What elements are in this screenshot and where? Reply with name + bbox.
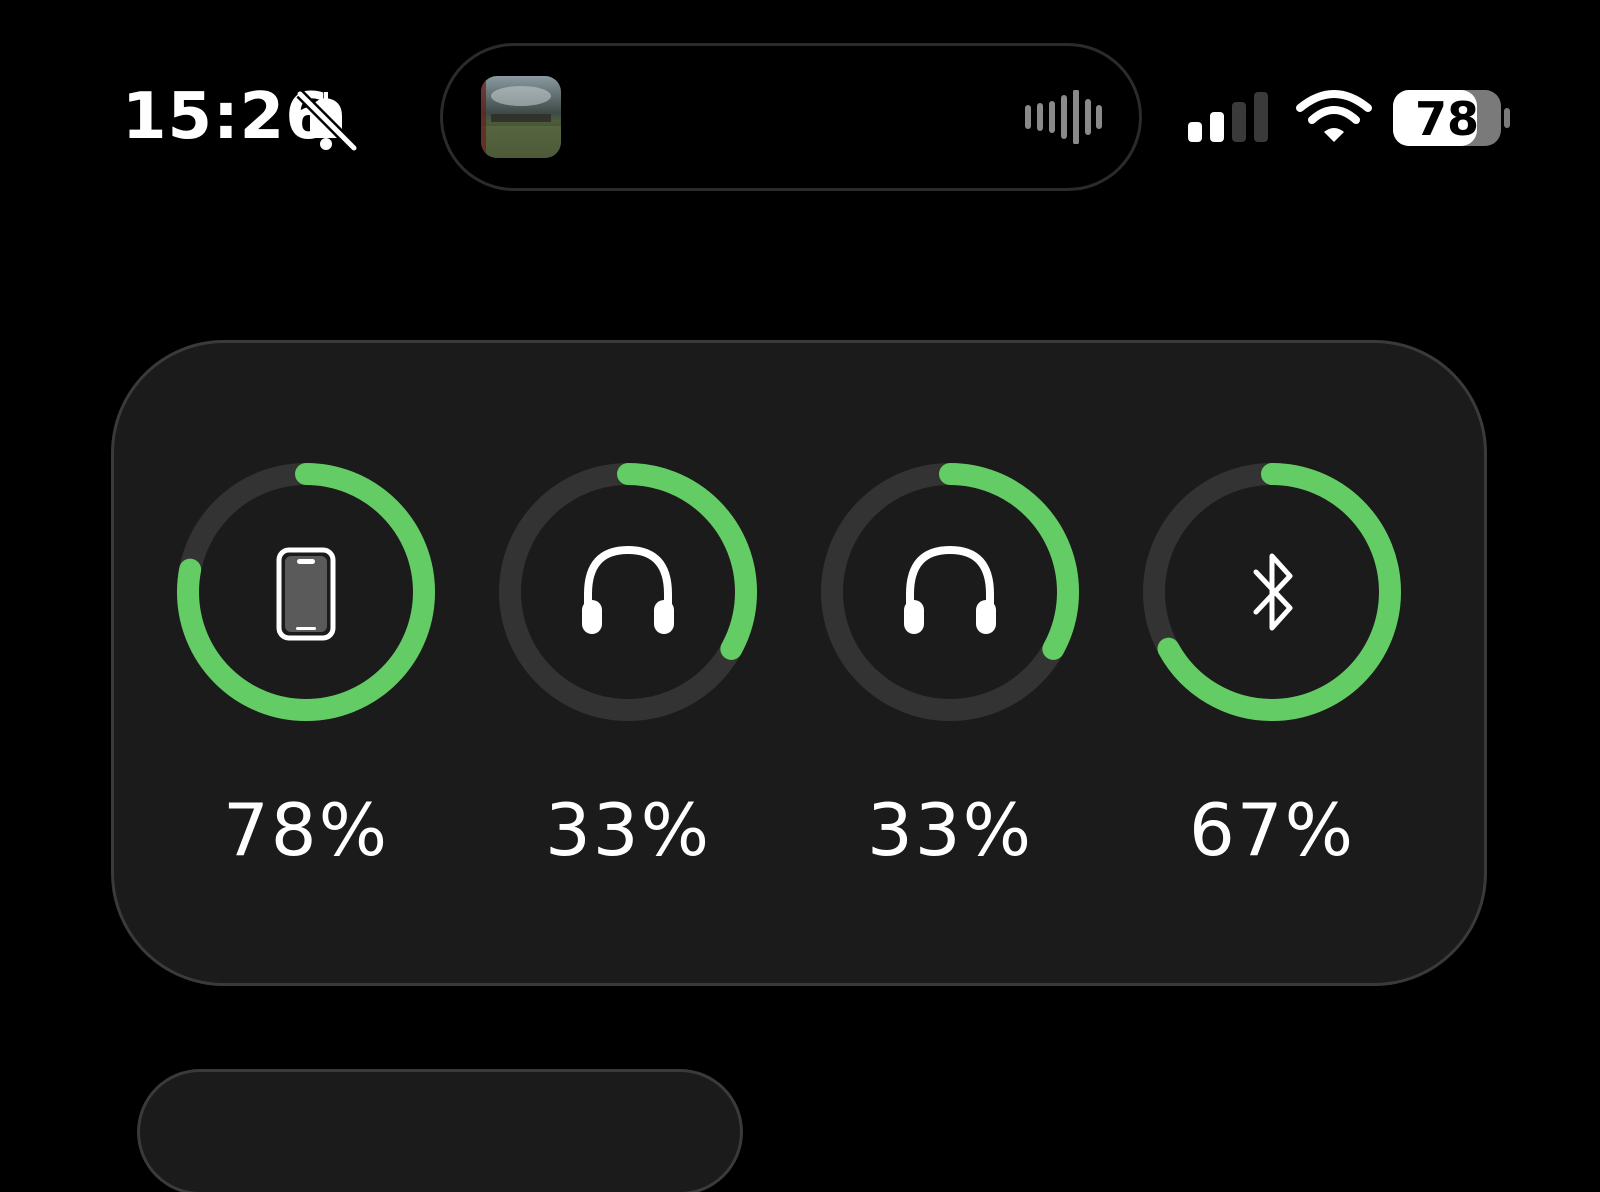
battery-percentage-label: 78%	[222, 788, 390, 872]
next-widget[interactable]	[140, 1072, 740, 1192]
dynamic-island[interactable]	[443, 46, 1139, 188]
headphones-icon	[904, 545, 996, 634]
device-battery-gauge	[174, 460, 438, 724]
album-artwork[interactable]	[481, 76, 561, 158]
battery-indicator: 78	[1393, 90, 1511, 146]
device-battery-gauge	[1140, 460, 1404, 724]
headphones-ring	[499, 463, 757, 721]
battery-percentage-label: 33%	[866, 788, 1034, 872]
batteries-widget[interactable]: 78% 33% 33% 67%	[114, 343, 1484, 983]
headphones-ring	[821, 463, 1079, 721]
battery-percentage-label: 67%	[1188, 788, 1356, 872]
cellular-signal-icon	[1188, 92, 1268, 142]
bluetooth-ring	[1143, 463, 1401, 721]
device-battery-gauge	[496, 460, 760, 724]
iphone-icon	[276, 547, 336, 641]
bell-slash-icon	[296, 90, 358, 152]
wifi-icon	[1296, 90, 1372, 142]
headphones-icon	[582, 545, 674, 634]
battery-percentage: 78	[1414, 92, 1479, 146]
waveform-icon	[1025, 90, 1102, 144]
battery-percentage-label: 33%	[544, 788, 712, 872]
bluetooth-icon	[1253, 553, 1293, 631]
iphone-ring	[177, 463, 435, 721]
device-battery-gauge	[818, 460, 1082, 724]
